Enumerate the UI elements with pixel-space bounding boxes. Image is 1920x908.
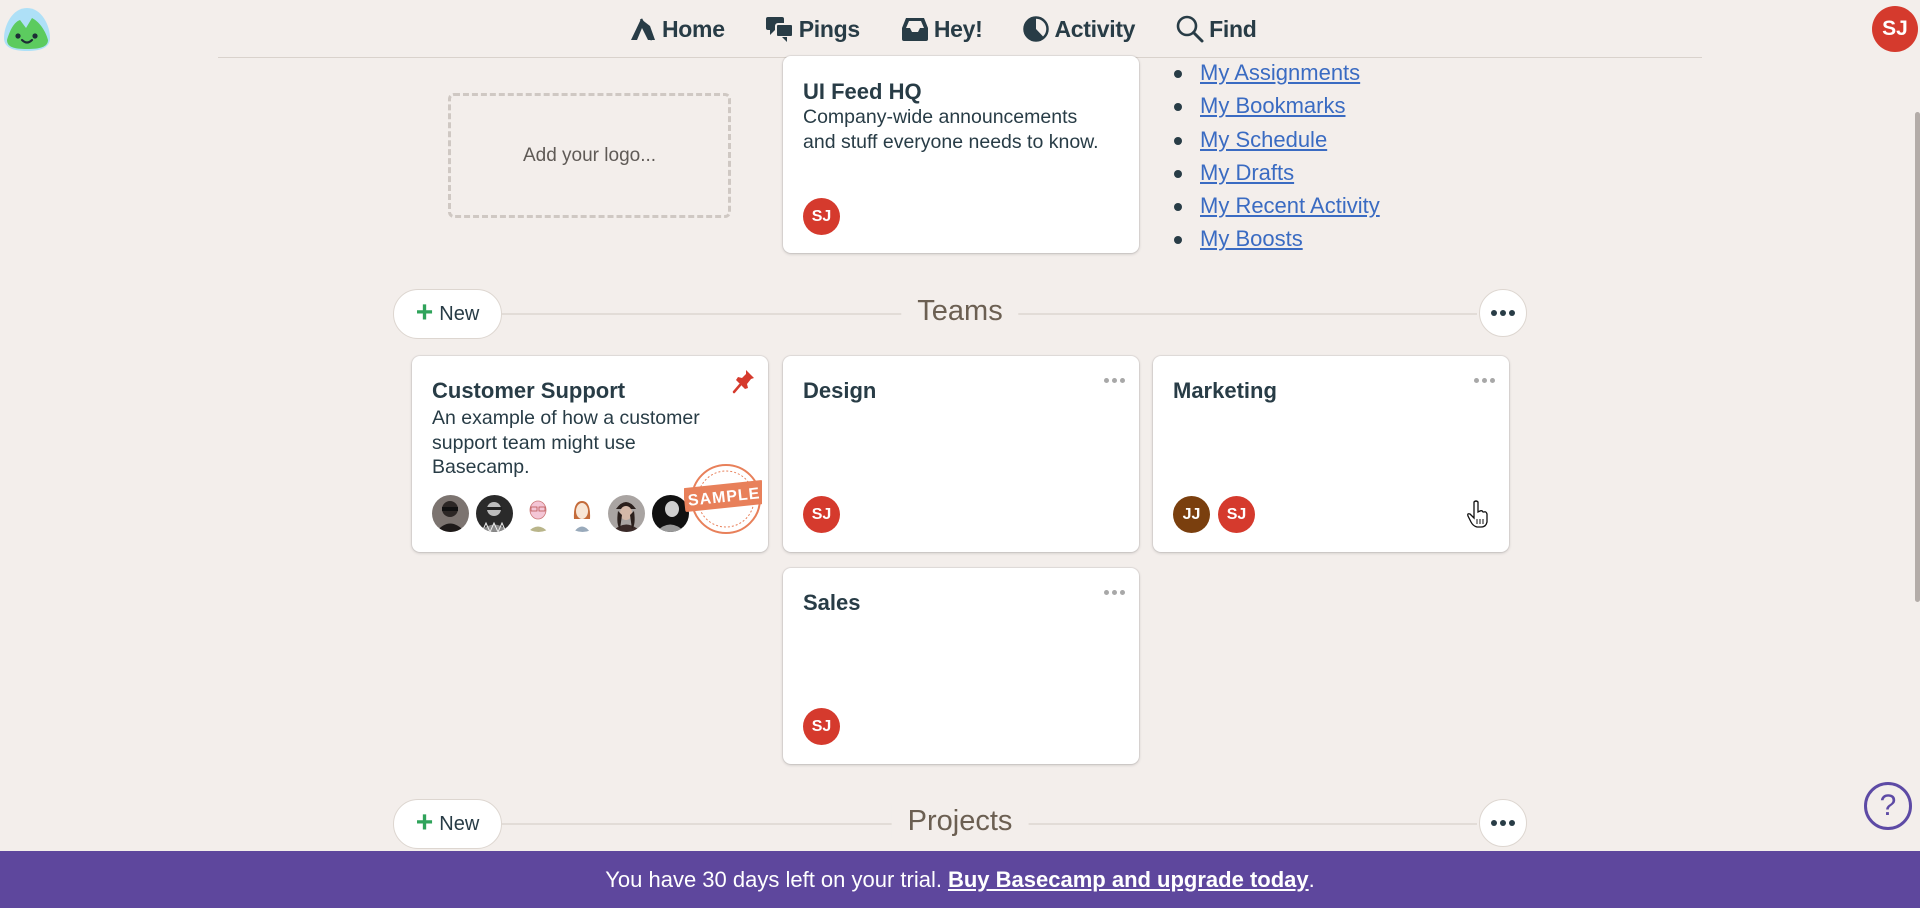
hq-card-title: UI Feed HQ	[803, 79, 922, 104]
card-options-icon[interactable]	[1474, 378, 1495, 383]
top-navigation: Home Pings Hey! Activity Find SJ	[0, 0, 1920, 58]
my-drafts-link[interactable]: My Drafts	[1200, 160, 1294, 185]
user-avatar[interactable]: SJ	[1872, 6, 1918, 52]
plus-icon: +	[415, 805, 434, 839]
member-avatar-photo[interactable]	[432, 495, 469, 532]
projects-options-button[interactable]	[1479, 799, 1527, 847]
my-link-item: My Recent Activity	[1174, 189, 1380, 222]
team-card-members	[432, 495, 689, 532]
projects-section-header: Projects + New	[393, 799, 1527, 849]
nav-hey-label: Hey!	[933, 15, 983, 42]
my-link-item: My Bookmarks	[1174, 89, 1380, 122]
nav-activity[interactable]: Activity	[1022, 15, 1135, 43]
new-team-button[interactable]: + New	[393, 289, 502, 339]
my-link-item: My Schedule	[1174, 123, 1380, 156]
main-nav: Home Pings Hey! Activity Find	[628, 10, 1297, 48]
inbox-icon	[901, 18, 928, 41]
member-avatar-illustration[interactable]	[564, 495, 601, 532]
my-assignments-link[interactable]: My Assignments	[1200, 60, 1360, 85]
member-avatar-illustration[interactable]	[520, 495, 557, 532]
activity-icon	[1023, 16, 1050, 42]
member-avatar[interactable]: SJ	[1218, 496, 1255, 533]
my-link-item: My Assignments	[1174, 56, 1380, 89]
nav-hey[interactable]: Hey!	[900, 16, 983, 43]
pointer-cursor-icon	[1467, 500, 1489, 533]
my-link-item: My Boosts	[1174, 222, 1380, 255]
hq-card-description: Company-wide announcements and stuff eve…	[803, 106, 1099, 153]
team-card-design[interactable]: Design SJ	[783, 356, 1139, 552]
nav-pings-label: Pings	[798, 15, 860, 42]
member-avatar-photo[interactable]	[476, 495, 513, 532]
member-avatar[interactable]: SJ	[803, 496, 840, 533]
nav-pings[interactable]: Pings	[765, 15, 860, 43]
member-avatar-photo[interactable]	[608, 495, 645, 532]
hq-card-members: SJ	[803, 198, 840, 235]
search-icon	[1176, 15, 1204, 43]
trial-message: You have 30 days left on your trial.	[605, 866, 942, 892]
my-schedule-link[interactable]: My Schedule	[1200, 127, 1327, 152]
new-project-label: New	[439, 812, 480, 835]
basecamp-logo[interactable]	[2, 6, 52, 52]
member-avatar[interactable]: SJ	[803, 708, 840, 745]
basecamp-logo-icon	[4, 8, 50, 51]
team-card-title: Marketing	[1173, 378, 1277, 403]
nav-find[interactable]: Find	[1175, 14, 1257, 44]
new-team-label: New	[439, 302, 480, 325]
hq-card[interactable]: UI Feed HQ Company-wide announcements an…	[783, 56, 1139, 253]
team-card-members: SJ	[803, 496, 840, 533]
my-bookmarks-link[interactable]: My Bookmarks	[1200, 93, 1345, 118]
my-links-list: My Assignments My Bookmarks My Schedule …	[1174, 56, 1380, 256]
my-link-item: My Drafts	[1174, 156, 1380, 189]
teams-section-header: Teams + New	[393, 289, 1527, 339]
teams-options-button[interactable]	[1479, 289, 1527, 337]
card-options-icon[interactable]	[1104, 590, 1125, 595]
team-card-members: SJ	[803, 708, 840, 745]
help-icon: ?	[1879, 789, 1897, 822]
page-scrollbar[interactable]	[1915, 112, 1920, 602]
team-card-title: Sales	[803, 590, 861, 615]
team-card-title: Customer Support	[432, 378, 626, 403]
member-avatar[interactable]: SJ	[803, 198, 840, 235]
nav-find-label: Find	[1209, 15, 1257, 42]
my-recent-activity-link[interactable]: My Recent Activity	[1200, 193, 1380, 218]
help-button[interactable]: ?	[1864, 782, 1912, 830]
trial-banner: You have 30 days left on your trial. Buy…	[0, 851, 1920, 908]
my-boosts-link[interactable]: My Boosts	[1200, 226, 1303, 251]
new-project-button[interactable]: + New	[393, 799, 502, 849]
team-card-members: JJ SJ	[1173, 496, 1255, 533]
teams-title: Teams	[901, 295, 1019, 328]
ellipsis-icon	[1491, 820, 1515, 826]
projects-title: Projects	[891, 805, 1029, 838]
team-card-customer-support[interactable]: Customer Support An example of how a cus…	[412, 356, 768, 552]
nav-home-label: Home	[662, 15, 725, 42]
home-icon	[631, 18, 655, 41]
team-card-title: Design	[803, 378, 877, 403]
sample-badge: SAMPLE	[683, 462, 765, 536]
ellipsis-icon	[1491, 310, 1515, 316]
card-options-icon[interactable]	[1104, 378, 1125, 383]
plus-icon: +	[415, 295, 434, 329]
pings-icon	[765, 17, 794, 42]
nav-home[interactable]: Home	[628, 16, 725, 43]
nav-activity-label: Activity	[1054, 15, 1136, 42]
member-avatar[interactable]: JJ	[1173, 496, 1210, 533]
trial-suffix: .	[1308, 866, 1315, 892]
team-card-sales[interactable]: Sales SJ	[783, 568, 1139, 764]
team-card-marketing[interactable]: Marketing JJ SJ	[1153, 356, 1509, 552]
add-logo-placeholder[interactable]: Add your logo...	[448, 93, 731, 218]
upgrade-link[interactable]: Buy Basecamp and upgrade today	[948, 867, 1309, 893]
pin-icon[interactable]	[732, 368, 756, 399]
